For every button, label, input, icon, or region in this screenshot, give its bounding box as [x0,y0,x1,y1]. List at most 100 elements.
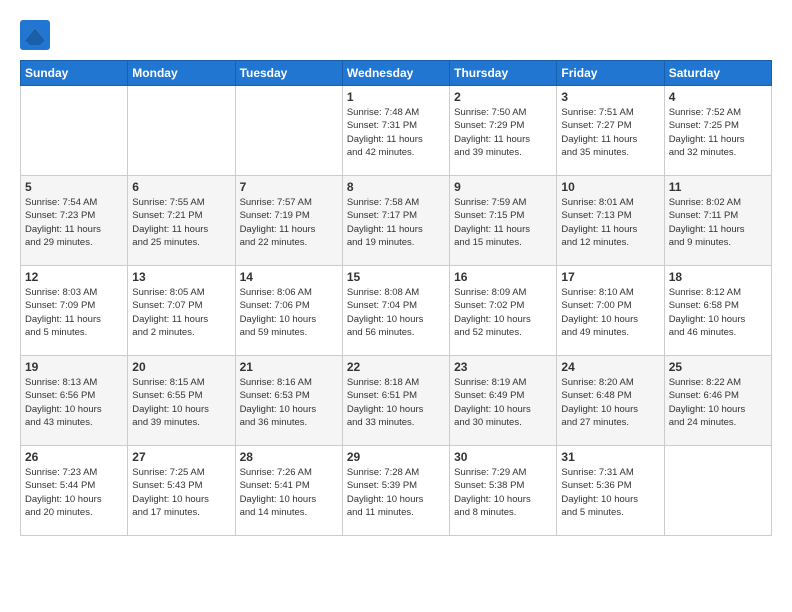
day-info: Sunrise: 8:18 AM Sunset: 6:51 PM Dayligh… [347,376,445,429]
day-number: 2 [454,90,552,104]
day-info: Sunrise: 7:25 AM Sunset: 5:43 PM Dayligh… [132,466,230,519]
day-number: 13 [132,270,230,284]
day-info: Sunrise: 7:55 AM Sunset: 7:21 PM Dayligh… [132,196,230,249]
day-info: Sunrise: 7:23 AM Sunset: 5:44 PM Dayligh… [25,466,123,519]
day-number: 30 [454,450,552,464]
day-number: 22 [347,360,445,374]
calendar-cell: 22 Sunrise: 8:18 AM Sunset: 6:51 PM Dayli… [342,356,449,446]
header-day-wednesday: Wednesday [342,61,449,86]
day-info: Sunrise: 7:29 AM Sunset: 5:38 PM Dayligh… [454,466,552,519]
calendar-cell [21,86,128,176]
day-number: 17 [561,270,659,284]
calendar-cell: 4 Sunrise: 7:52 AM Sunset: 7:25 PM Daylig… [664,86,771,176]
day-info: Sunrise: 7:54 AM Sunset: 7:23 PM Dayligh… [25,196,123,249]
calendar-table: SundayMondayTuesdayWednesdayThursdayFrid… [20,60,772,536]
day-number: 21 [240,360,338,374]
day-info: Sunrise: 8:05 AM Sunset: 7:07 PM Dayligh… [132,286,230,339]
calendar-cell: 26 Sunrise: 7:23 AM Sunset: 5:44 PM Dayli… [21,446,128,536]
day-number: 18 [669,270,767,284]
calendar-cell: 17 Sunrise: 8:10 AM Sunset: 7:00 PM Dayli… [557,266,664,356]
day-info: Sunrise: 8:08 AM Sunset: 7:04 PM Dayligh… [347,286,445,339]
day-number: 19 [25,360,123,374]
day-info: Sunrise: 8:02 AM Sunset: 7:11 PM Dayligh… [669,196,767,249]
day-info: Sunrise: 8:13 AM Sunset: 6:56 PM Dayligh… [25,376,123,429]
calendar-cell: 15 Sunrise: 8:08 AM Sunset: 7:04 PM Dayli… [342,266,449,356]
header-day-tuesday: Tuesday [235,61,342,86]
day-info: Sunrise: 8:12 AM Sunset: 6:58 PM Dayligh… [669,286,767,339]
day-info: Sunrise: 7:52 AM Sunset: 7:25 PM Dayligh… [669,106,767,159]
calendar-cell: 20Sunrise: 8:15 AM Sunset: 6:55 PM Dayli… [128,356,235,446]
header-day-friday: Friday [557,61,664,86]
day-number: 10 [561,180,659,194]
day-info: Sunrise: 8:22 AM Sunset: 6:46 PM Dayligh… [669,376,767,429]
calendar-cell: 1 Sunrise: 7:48 AM Sunset: 7:31 PM Daylig… [342,86,449,176]
calendar-cell [235,86,342,176]
day-number: 5 [25,180,123,194]
day-number: 27 [132,450,230,464]
calendar-cell: 6 Sunrise: 7:55 AM Sunset: 7:21 PM Daylig… [128,176,235,266]
calendar-cell: 12 Sunrise: 8:03 AM Sunset: 7:09 PM Dayli… [21,266,128,356]
calendar-cell: 11 Sunrise: 8:02 AM Sunset: 7:11 PM Dayli… [664,176,771,266]
day-number: 25 [669,360,767,374]
calendar-cell: 30 Sunrise: 7:29 AM Sunset: 5:38 PM Dayli… [450,446,557,536]
calendar-cell: 14 Sunrise: 8:06 AM Sunset: 7:06 PM Dayli… [235,266,342,356]
day-info: Sunrise: 8:19 AM Sunset: 6:49 PM Dayligh… [454,376,552,429]
page-header [20,20,772,50]
calendar-cell: 7 Sunrise: 7:57 AM Sunset: 7:19 PM Daylig… [235,176,342,266]
day-number: 15 [347,270,445,284]
calendar-week-3: 19 Sunrise: 8:13 AM Sunset: 6:56 PM Dayli… [21,356,772,446]
calendar-week-1: 5 Sunrise: 7:54 AM Sunset: 7:23 PM Daylig… [21,176,772,266]
calendar-cell: 24 Sunrise: 8:20 AM Sunset: 6:48 PM Dayli… [557,356,664,446]
day-number: 31 [561,450,659,464]
day-number: 11 [669,180,767,194]
calendar-header-row: SundayMondayTuesdayWednesdayThursdayFrid… [21,61,772,86]
calendar-cell: 9Sunrise: 7:59 AM Sunset: 7:15 PM Daylig… [450,176,557,266]
day-number: 24 [561,360,659,374]
day-number: 6 [132,180,230,194]
day-info: Sunrise: 7:57 AM Sunset: 7:19 PM Dayligh… [240,196,338,249]
calendar-cell: 3Sunrise: 7:51 AM Sunset: 7:27 PM Daylig… [557,86,664,176]
day-info: Sunrise: 8:03 AM Sunset: 7:09 PM Dayligh… [25,286,123,339]
day-number: 26 [25,450,123,464]
calendar-cell: 21 Sunrise: 8:16 AM Sunset: 6:53 PM Dayli… [235,356,342,446]
day-info: Sunrise: 7:58 AM Sunset: 7:17 PM Dayligh… [347,196,445,249]
calendar-cell [664,446,771,536]
day-number: 8 [347,180,445,194]
day-info: Sunrise: 8:10 AM Sunset: 7:00 PM Dayligh… [561,286,659,339]
day-info: Sunrise: 7:50 AM Sunset: 7:29 PM Dayligh… [454,106,552,159]
calendar-week-0: 1 Sunrise: 7:48 AM Sunset: 7:31 PM Daylig… [21,86,772,176]
logo-icon [20,20,50,50]
day-number: 16 [454,270,552,284]
day-info: Sunrise: 8:06 AM Sunset: 7:06 PM Dayligh… [240,286,338,339]
day-number: 4 [669,90,767,104]
calendar-cell [128,86,235,176]
day-info: Sunrise: 7:31 AM Sunset: 5:36 PM Dayligh… [561,466,659,519]
header-day-saturday: Saturday [664,61,771,86]
day-info: Sunrise: 8:15 AM Sunset: 6:55 PM Dayligh… [132,376,230,429]
day-number: 1 [347,90,445,104]
calendar-week-2: 12 Sunrise: 8:03 AM Sunset: 7:09 PM Dayli… [21,266,772,356]
day-number: 23 [454,360,552,374]
header-day-monday: Monday [128,61,235,86]
day-number: 14 [240,270,338,284]
calendar-cell: 19 Sunrise: 8:13 AM Sunset: 6:56 PM Dayli… [21,356,128,446]
header-day-thursday: Thursday [450,61,557,86]
calendar-cell: 8 Sunrise: 7:58 AM Sunset: 7:17 PM Daylig… [342,176,449,266]
calendar-cell: 18 Sunrise: 8:12 AM Sunset: 6:58 PM Dayli… [664,266,771,356]
calendar-week-4: 26 Sunrise: 7:23 AM Sunset: 5:44 PM Dayli… [21,446,772,536]
calendar-cell: 31 Sunrise: 7:31 AM Sunset: 5:36 PM Dayli… [557,446,664,536]
day-number: 3 [561,90,659,104]
calendar-cell: 2 Sunrise: 7:50 AM Sunset: 7:29 PM Daylig… [450,86,557,176]
header-day-sunday: Sunday [21,61,128,86]
calendar-cell: 23 Sunrise: 8:19 AM Sunset: 6:49 PM Dayli… [450,356,557,446]
calendar-cell: 10 Sunrise: 8:01 AM Sunset: 7:13 PM Dayli… [557,176,664,266]
day-info: Sunrise: 8:16 AM Sunset: 6:53 PM Dayligh… [240,376,338,429]
day-info: Sunrise: 7:28 AM Sunset: 5:39 PM Dayligh… [347,466,445,519]
day-info: Sunrise: 8:20 AM Sunset: 6:48 PM Dayligh… [561,376,659,429]
day-number: 7 [240,180,338,194]
day-info: Sunrise: 7:48 AM Sunset: 7:31 PM Dayligh… [347,106,445,159]
day-info: Sunrise: 8:01 AM Sunset: 7:13 PM Dayligh… [561,196,659,249]
day-number: 12 [25,270,123,284]
calendar-cell: 16Sunrise: 8:09 AM Sunset: 7:02 PM Dayli… [450,266,557,356]
day-number: 29 [347,450,445,464]
